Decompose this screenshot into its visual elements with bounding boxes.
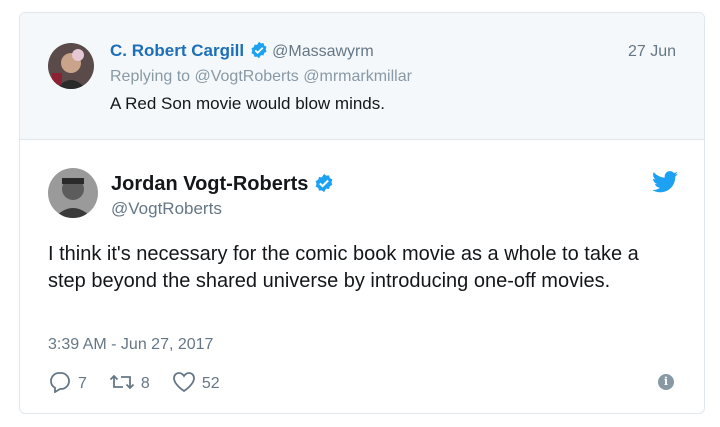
- retweet-button[interactable]: 8: [109, 372, 150, 397]
- retweet-icon: [109, 372, 141, 397]
- parent-handle[interactable]: @Massawyrm: [272, 43, 374, 60]
- reply-button[interactable]: 7: [48, 371, 87, 398]
- mention-link[interactable]: @VogtRoberts: [195, 68, 299, 85]
- verified-badge-icon: [314, 173, 334, 199]
- parent-author-name[interactable]: C. Robert Cargill @Massawyrm: [110, 41, 374, 64]
- avatar[interactable]: [48, 43, 94, 89]
- like-count: 52: [201, 375, 220, 392]
- author-name[interactable]: Jordan Vogt-Roberts: [111, 173, 334, 199]
- author-name-text[interactable]: C. Robert Cargill: [110, 41, 244, 60]
- replying-to-line: Replying to @VogtRoberts @mrmarkmillar: [110, 68, 412, 86]
- tweet-text: I think it's necessary for the comic boo…: [48, 243, 639, 292]
- info-icon[interactable]: i: [658, 374, 674, 390]
- author-name-text[interactable]: Jordan Vogt-Roberts: [111, 173, 308, 195]
- like-button[interactable]: 52: [172, 371, 220, 398]
- twitter-bird-icon[interactable]: [652, 171, 678, 198]
- reply-icon: [48, 371, 78, 398]
- author-handle[interactable]: @VogtRoberts: [111, 199, 222, 219]
- verified-badge-icon: [250, 41, 268, 64]
- replying-prefix: Replying to: [110, 68, 191, 85]
- mention-link[interactable]: @mrmarkmillar: [303, 68, 412, 85]
- tweet-timestamp[interactable]: 3:39 AM - Jun 27, 2017: [48, 336, 213, 354]
- parent-tweet-text: A Red Son movie would blow minds.: [110, 94, 385, 113]
- embedded-tweet-card: C. Robert Cargill @Massawyrm 27 Jun Repl…: [19, 12, 705, 414]
- parent-date[interactable]: 27 Jun: [628, 43, 676, 61]
- parent-tweet[interactable]: C. Robert Cargill @Massawyrm 27 Jun Repl…: [20, 13, 704, 140]
- avatar[interactable]: [48, 168, 98, 218]
- tweet-actions: 7 8 52: [48, 370, 242, 398]
- reply-count: 7: [78, 375, 87, 392]
- retweet-count: 8: [140, 375, 150, 392]
- like-icon: [172, 371, 202, 398]
